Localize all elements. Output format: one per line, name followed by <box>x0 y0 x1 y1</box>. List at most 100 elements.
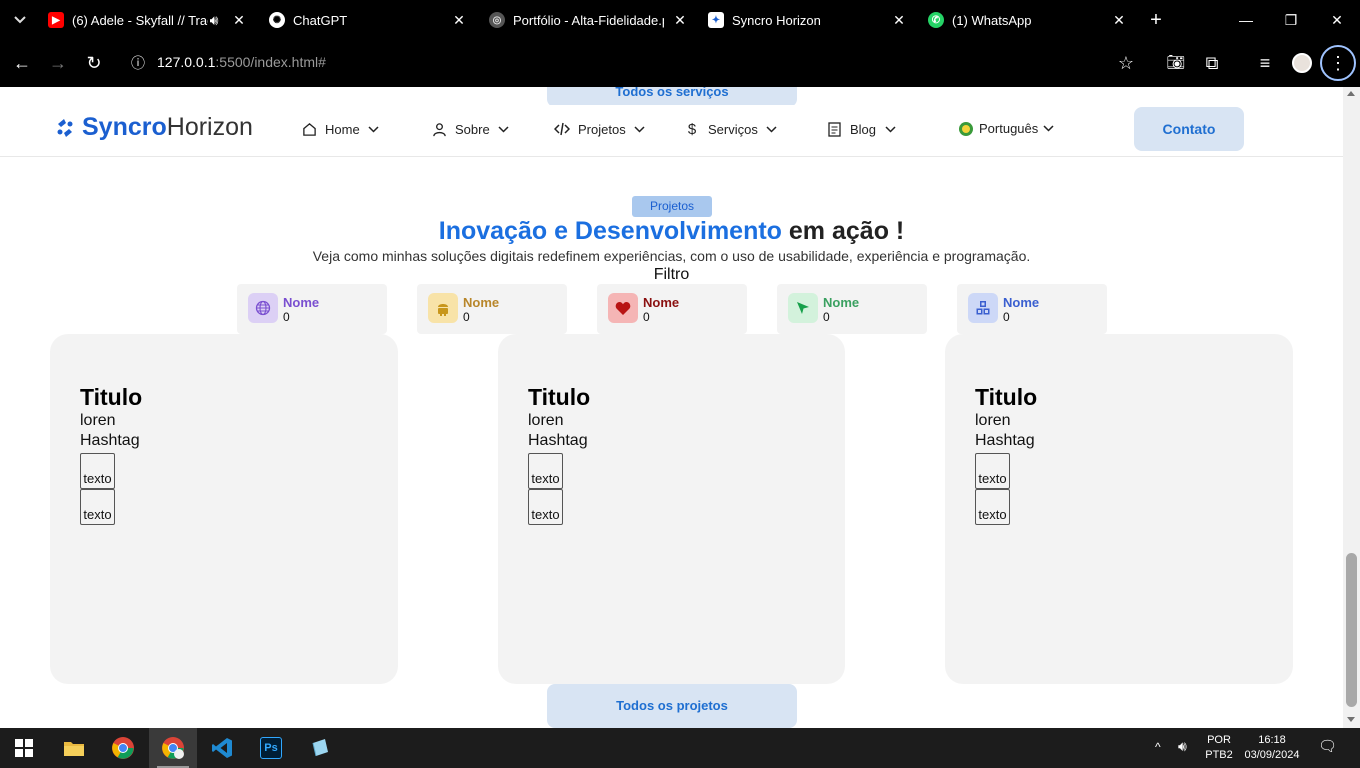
nav-projects[interactable]: Projetos <box>554 121 646 137</box>
chevron-down-icon <box>766 123 778 135</box>
whatsapp-icon: ✆ <box>928 12 944 28</box>
file-explorer-icon[interactable] <box>50 728 98 768</box>
tab-whatsapp[interactable]: ✆ (1) WhatsApp <box>928 6 1108 34</box>
project-tag-button[interactable]: texto <box>975 489 1010 525</box>
windows-taskbar: Ps ^ 🔊︎ POR PTB2 16:18 03/09/2024 🗨︎ <box>0 728 1360 768</box>
notifications-icon[interactable]: 🗨︎ <box>1318 739 1337 754</box>
project-card[interactable]: Titulo loren Hashtag texto texto <box>945 334 1293 684</box>
close-tab-icon[interactable]: ✕ <box>672 12 688 28</box>
project-tag-button[interactable]: texto <box>80 489 115 525</box>
tab-chatgpt[interactable]: ✺ ChatGPT <box>269 6 439 34</box>
project-tag-button[interactable]: texto <box>528 489 563 525</box>
filter-card-favorites[interactable]: Nome 0 <box>597 284 747 334</box>
lang-bottom: PTB2 <box>1205 749 1233 761</box>
project-card[interactable]: Titulo loren Hashtag texto texto <box>498 334 845 684</box>
language-selector[interactable]: Português <box>959 121 1054 136</box>
filter-name: Nome <box>283 295 320 310</box>
filter-name: Nome <box>823 295 860 310</box>
tab-strip: ▶ (6) Adele - Skyfall // Trac 🔊︎ ✕ ✺ Cha… <box>0 0 1360 40</box>
address-bar[interactable]: 127.0.0.1:5500/index.html# <box>157 54 326 70</box>
globe-icon <box>248 293 278 323</box>
filter-count: 0 <box>463 310 470 324</box>
blocks-icon <box>968 293 998 323</box>
filter-count: 0 <box>1003 310 1010 324</box>
project-tag-button[interactable]: texto <box>975 453 1010 489</box>
restore-button[interactable]: ❐ <box>1279 8 1303 32</box>
new-tab-button[interactable]: + <box>1146 10 1166 30</box>
page-scrollbar[interactable] <box>1343 87 1360 728</box>
youtube-icon: ▶ <box>48 12 64 28</box>
nav-about[interactable]: Sobre <box>431 121 510 137</box>
reload-icon[interactable]: ↻ <box>83 52 105 74</box>
close-tab-icon[interactable]: ✕ <box>231 12 247 28</box>
close-tab-icon[interactable]: ✕ <box>1111 12 1127 28</box>
user-icon <box>431 121 447 137</box>
clock[interactable]: 16:18 03/09/2024 <box>1242 733 1302 763</box>
profile-avatar[interactable] <box>1292 53 1312 73</box>
minimize-button[interactable]: — <box>1234 8 1258 32</box>
input-language[interactable]: POR PTB2 <box>1204 733 1234 763</box>
windows-start-icon[interactable] <box>0 728 48 768</box>
photoshop-icon[interactable]: Ps <box>247 728 295 768</box>
nav-home[interactable]: Home <box>301 121 380 137</box>
chatgpt-icon: ✺ <box>269 12 285 28</box>
media-queue-icon[interactable]: ≡ <box>1254 52 1276 74</box>
filter-card-ux[interactable]: Nome 0 <box>777 284 927 334</box>
project-card[interactable]: Titulo loren Hashtag texto texto <box>50 334 398 684</box>
tab-youtube[interactable]: ▶ (6) Adele - Skyfall // Trac <box>48 6 208 34</box>
clock-date: 03/09/2024 <box>1244 749 1300 761</box>
back-icon[interactable]: ← <box>11 52 33 74</box>
url-path: :5500/index.html# <box>215 54 326 70</box>
tab-title: (1) WhatsApp <box>952 12 1032 28</box>
filter-card-web[interactable]: Nome 0 <box>237 284 387 334</box>
chrome-profile-icon[interactable] <box>149 728 197 768</box>
all-projects-button[interactable]: Todos os projetos <box>547 684 797 728</box>
nav-blog[interactable]: Blog <box>826 121 896 137</box>
browser-menu-icon[interactable]: ⋮ <box>1320 45 1356 81</box>
dollar-icon: $ <box>687 120 697 138</box>
project-tag-button[interactable]: texto <box>528 453 563 489</box>
home-icon <box>301 121 317 137</box>
tab-syncro-horizon[interactable]: ✦ Syncro Horizon <box>708 6 888 34</box>
filter-count: 0 <box>283 310 290 324</box>
extensions-icon[interactable]: ⧉ <box>1201 52 1223 74</box>
close-tab-icon[interactable]: ✕ <box>891 12 907 28</box>
all-services-button[interactable]: Todos os serviços <box>547 87 797 107</box>
filter-name: Nome <box>1003 295 1040 310</box>
project-tag-button[interactable]: texto <box>80 453 115 489</box>
chrome-icon[interactable] <box>99 728 147 768</box>
tray-overflow-chevron-icon[interactable]: ^ <box>1155 740 1161 755</box>
filter-card-android[interactable]: Nome 0 <box>417 284 567 334</box>
headline-rest: em ação ! <box>781 217 905 245</box>
nav-home-label: Home <box>325 121 360 137</box>
tab-portfolio[interactable]: ◎ Portfólio - Alta-Fidelidade.pr <box>489 6 664 34</box>
vscode-icon[interactable] <box>198 728 246 768</box>
volume-icon[interactable]: 🔊︎ <box>1178 739 1187 754</box>
syncro-icon: ✦ <box>708 12 724 28</box>
nav-services[interactable]: $ Serviços <box>684 120 778 138</box>
clock-time: 16:18 <box>1258 734 1286 746</box>
scrollbar-thumb[interactable] <box>1346 553 1357 707</box>
scroll-down-arrow-icon[interactable] <box>1347 717 1355 722</box>
contact-button[interactable]: Contato <box>1134 107 1244 151</box>
filter-card-blocks[interactable]: Nome 0 <box>957 284 1107 334</box>
notepad-icon[interactable] <box>296 728 344 768</box>
speaker-icon[interactable]: 🔊︎ <box>206 12 222 28</box>
camera-icon[interactable]: 📷︎ <box>1165 52 1187 74</box>
site-info-icon[interactable]: ⓘ <box>127 52 149 74</box>
bookmark-star-icon[interactable]: ☆ <box>1115 52 1137 74</box>
heart-icon <box>608 293 638 323</box>
site-logo[interactable]: Syncro Horizon <box>54 113 253 142</box>
logo-text-light: Horizon <box>166 113 253 141</box>
chevron-down-icon <box>368 123 380 135</box>
project-hashtag: Hashtag <box>975 432 1035 449</box>
browser-toolbar: ← → ↻ ⓘ 127.0.0.1:5500/index.html# ☆ 📷︎ … <box>0 40 1360 87</box>
close-window-button[interactable]: ✕ <box>1325 8 1349 32</box>
close-tab-icon[interactable]: ✕ <box>451 12 467 28</box>
scroll-up-arrow-icon[interactable] <box>1347 91 1355 96</box>
forward-icon[interactable]: → <box>47 52 69 74</box>
tab-search-chevron-icon[interactable] <box>10 10 30 30</box>
project-title: Titulo <box>528 384 591 410</box>
project-description: loren <box>975 412 1011 429</box>
section-subtitle: Veja como minhas soluções digitais redef… <box>312 248 1031 264</box>
